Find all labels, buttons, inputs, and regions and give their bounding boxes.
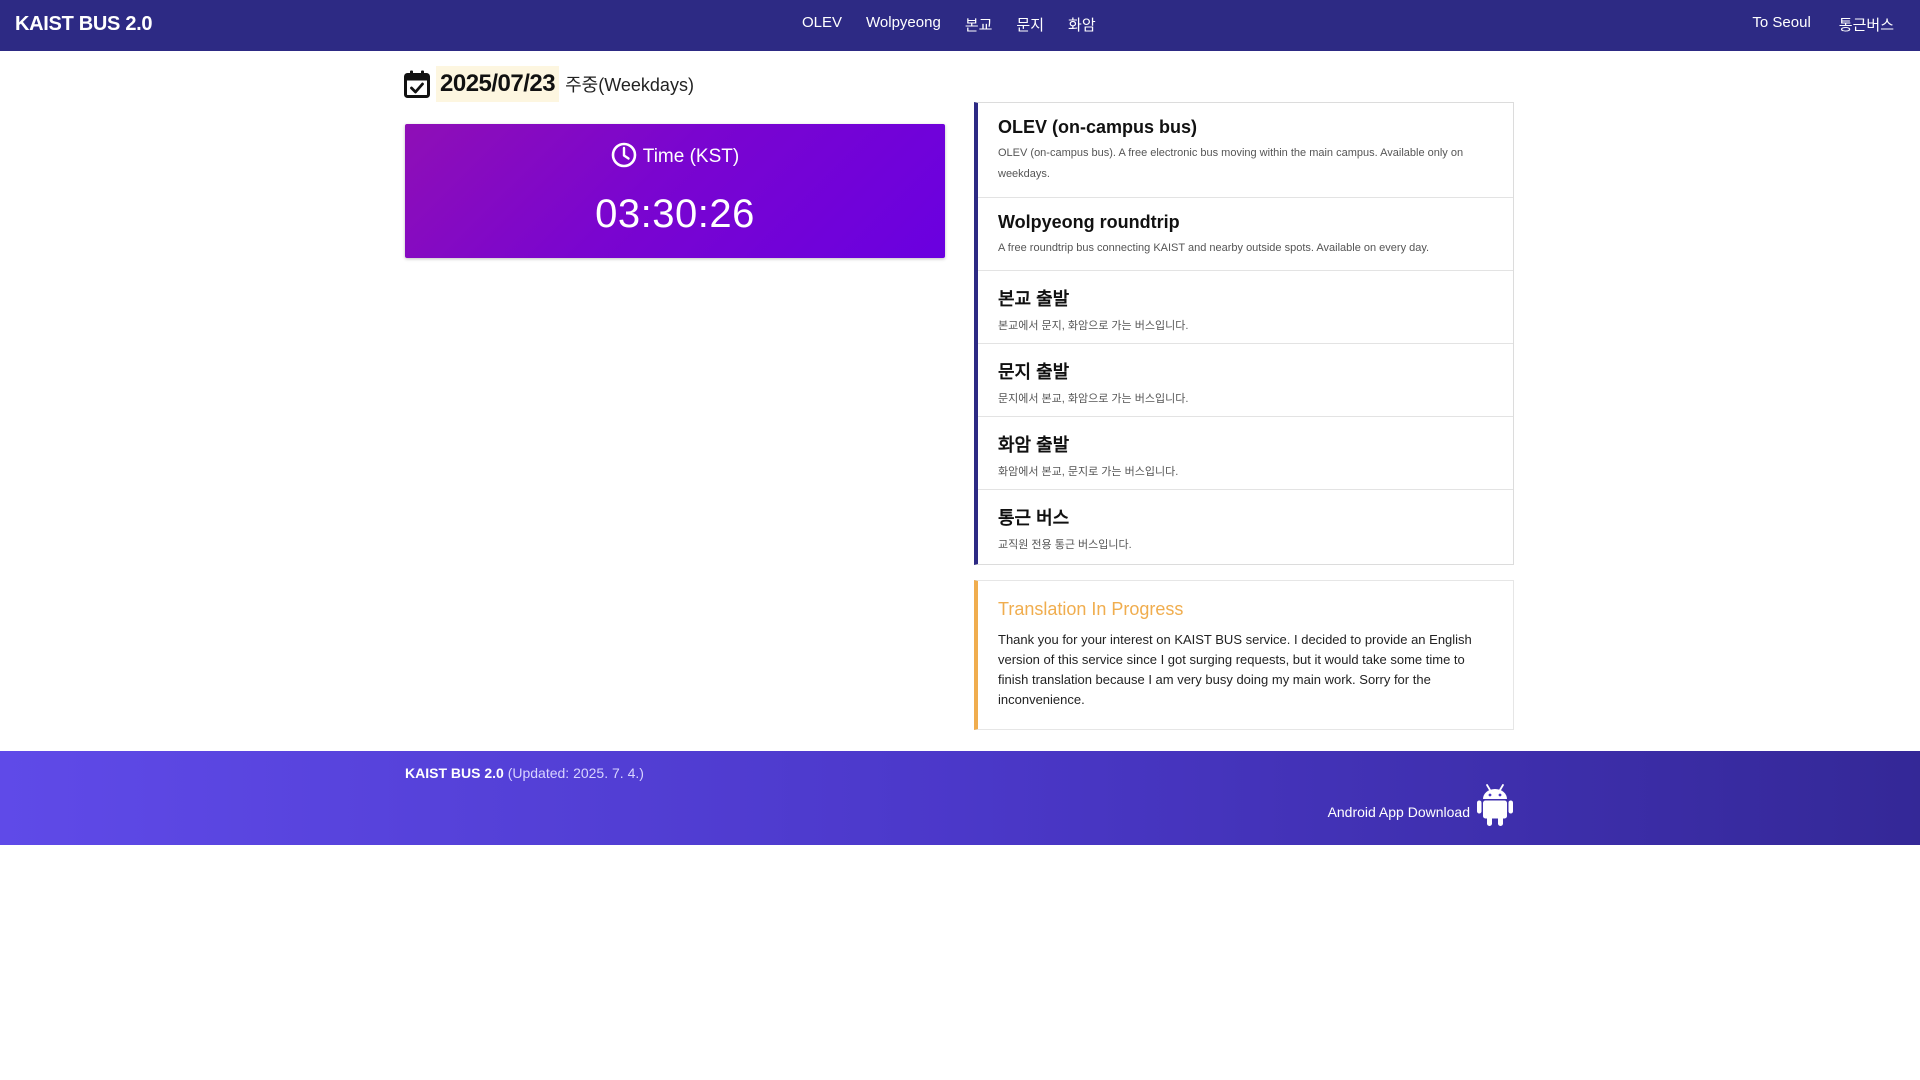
top-navbar: KAIST BUS 2.0 OLEV Wolpyeong 본교 문지 화암 To… [0,0,1920,51]
clock-title: Time (KST) [405,142,945,168]
route-desc: A free roundtrip bus connecting KAIST an… [998,242,1430,254]
nav-link-olev[interactable]: OLEV [802,14,842,35]
footer-updated: (Updated: 2025. 7. 4.) [507,765,644,781]
brand-link[interactable]: KAIST BUS 2.0 [15,13,153,36]
notice-title: Translation In Progress [998,599,1184,619]
nav-link-munji[interactable]: 문지 [1016,14,1044,35]
android-app-download-link[interactable]: Android App Download [1328,804,1470,820]
route-title: Wolpyeong roundtrip [998,212,1180,232]
day-type-label: 주중(Weekdays) [565,75,694,95]
footer-info: KAIST BUS 2.0 (Updated: 2025. 7. 4.) [405,765,644,781]
nav-center-links: OLEV Wolpyeong 본교 문지 화암 [802,14,1120,35]
clock-time: 03:30:26 [595,192,755,236]
footer-brand: KAIST BUS 2.0 [405,765,504,781]
clock-icon [611,142,637,168]
clock-title-text: Time (KST) [642,146,740,167]
route-item-munji[interactable]: 문지 출발 문지에서 본교, 화암으로 가는 버스입니다. [978,344,1513,417]
nav-right-links: To Seoul 통근버스 [1752,14,1894,35]
route-desc: 문지에서 본교, 화암으로 가는 버스입니다. [998,393,1189,405]
route-item-main-campus[interactable]: 본교 출발 본교에서 문지, 화암으로 가는 버스입니다. [978,271,1513,344]
calendar-check-icon [404,70,430,98]
route-title: 통근 버스 [998,508,1070,528]
nav-link-commute-bus[interactable]: 통근버스 [1839,14,1894,35]
clock-card: Time (KST) 03:30:26 [405,124,945,258]
date-header: 2025/07/23 주중(Weekdays) [404,66,694,102]
route-item-hwaam[interactable]: 화암 출발 화암에서 본교, 문지로 가는 버스입니다. [978,417,1513,490]
nav-link-hwaam[interactable]: 화암 [1068,14,1096,35]
route-desc: OLEV (on-campus bus). A free electronic … [998,147,1464,180]
route-desc: 본교에서 문지, 화암으로 가는 버스입니다. [998,320,1189,332]
route-list: OLEV (on-campus bus) OLEV (on-campus bus… [974,102,1514,565]
route-desc: 교직원 전용 통근 버스입니다. [998,539,1132,551]
route-item-commute[interactable]: 통근 버스 교직원 전용 통근 버스입니다. [978,490,1513,562]
route-item-wolpyeong[interactable]: Wolpyeong roundtrip A free roundtrip bus… [978,198,1513,271]
android-icon[interactable] [1476,783,1514,827]
nav-link-wolpyeong[interactable]: Wolpyeong [866,14,941,35]
footer: KAIST BUS 2.0 (Updated: 2025. 7. 4.) And… [0,751,1920,845]
nav-link-to-seoul[interactable]: To Seoul [1752,14,1810,35]
route-item-olev[interactable]: OLEV (on-campus bus) OLEV (on-campus bus… [978,103,1513,198]
route-title: 본교 출발 [998,289,1070,309]
route-title: OLEV (on-campus bus) [998,117,1198,137]
current-date: 2025/07/23 [436,66,560,102]
translation-notice: Translation In Progress Thank you for yo… [974,580,1514,730]
route-desc: 화암에서 본교, 문지로 가는 버스입니다. [998,466,1179,478]
android-app-download: Android App Download [1328,783,1514,827]
nav-link-main-campus[interactable]: 본교 [965,14,993,35]
notice-body: Thank you for your interest on KAIST BUS… [998,632,1472,707]
route-title: 화암 출발 [998,435,1070,455]
route-title: 문지 출발 [998,362,1070,382]
